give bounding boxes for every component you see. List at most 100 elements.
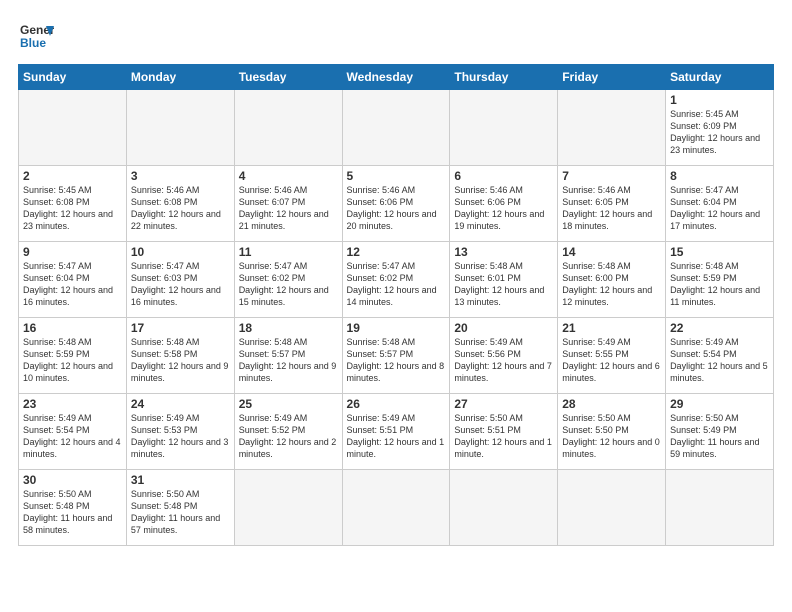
calendar-cell: 22Sunrise: 5:49 AM Sunset: 5:54 PM Dayli… [666, 318, 774, 394]
calendar-cell: 25Sunrise: 5:49 AM Sunset: 5:52 PM Dayli… [234, 394, 342, 470]
calendar-cell: 2Sunrise: 5:45 AM Sunset: 6:08 PM Daylig… [19, 166, 127, 242]
calendar-cell: 6Sunrise: 5:46 AM Sunset: 6:06 PM Daylig… [450, 166, 558, 242]
calendar-cell: 4Sunrise: 5:46 AM Sunset: 6:07 PM Daylig… [234, 166, 342, 242]
logo: General Blue [18, 18, 54, 54]
day-number: 15 [670, 245, 769, 259]
day-info: Sunrise: 5:49 AM Sunset: 5:55 PM Dayligh… [562, 336, 661, 385]
day-info: Sunrise: 5:47 AM Sunset: 6:04 PM Dayligh… [23, 260, 122, 309]
calendar-cell: 20Sunrise: 5:49 AM Sunset: 5:56 PM Dayli… [450, 318, 558, 394]
calendar-cell: 12Sunrise: 5:47 AM Sunset: 6:02 PM Dayli… [342, 242, 450, 318]
day-info: Sunrise: 5:50 AM Sunset: 5:48 PM Dayligh… [23, 488, 122, 537]
calendar-cell [558, 90, 666, 166]
calendar-cell [342, 470, 450, 546]
day-number: 25 [239, 397, 338, 411]
day-number: 2 [23, 169, 122, 183]
day-number: 4 [239, 169, 338, 183]
calendar-week-3: 16Sunrise: 5:48 AM Sunset: 5:59 PM Dayli… [19, 318, 774, 394]
day-info: Sunrise: 5:48 AM Sunset: 6:00 PM Dayligh… [562, 260, 661, 309]
day-info: Sunrise: 5:47 AM Sunset: 6:02 PM Dayligh… [347, 260, 446, 309]
calendar-cell: 17Sunrise: 5:48 AM Sunset: 5:58 PM Dayli… [126, 318, 234, 394]
calendar-week-5: 30Sunrise: 5:50 AM Sunset: 5:48 PM Dayli… [19, 470, 774, 546]
day-info: Sunrise: 5:48 AM Sunset: 5:59 PM Dayligh… [670, 260, 769, 309]
day-info: Sunrise: 5:50 AM Sunset: 5:51 PM Dayligh… [454, 412, 553, 461]
day-number: 3 [131, 169, 230, 183]
day-info: Sunrise: 5:49 AM Sunset: 5:56 PM Dayligh… [454, 336, 553, 385]
day-number: 14 [562, 245, 661, 259]
calendar-cell: 11Sunrise: 5:47 AM Sunset: 6:02 PM Dayli… [234, 242, 342, 318]
calendar-week-1: 2Sunrise: 5:45 AM Sunset: 6:08 PM Daylig… [19, 166, 774, 242]
calendar-cell: 14Sunrise: 5:48 AM Sunset: 6:00 PM Dayli… [558, 242, 666, 318]
day-number: 9 [23, 245, 122, 259]
day-number: 23 [23, 397, 122, 411]
day-info: Sunrise: 5:49 AM Sunset: 5:54 PM Dayligh… [23, 412, 122, 461]
calendar-cell: 9Sunrise: 5:47 AM Sunset: 6:04 PM Daylig… [19, 242, 127, 318]
day-info: Sunrise: 5:45 AM Sunset: 6:08 PM Dayligh… [23, 184, 122, 233]
day-number: 8 [670, 169, 769, 183]
weekday-tuesday: Tuesday [234, 65, 342, 90]
weekday-header-row: SundayMondayTuesdayWednesdayThursdayFrid… [19, 65, 774, 90]
calendar-cell [666, 470, 774, 546]
day-number: 10 [131, 245, 230, 259]
calendar: SundayMondayTuesdayWednesdayThursdayFrid… [18, 64, 774, 546]
day-info: Sunrise: 5:50 AM Sunset: 5:48 PM Dayligh… [131, 488, 230, 537]
day-number: 5 [347, 169, 446, 183]
calendar-cell [19, 90, 127, 166]
calendar-cell: 31Sunrise: 5:50 AM Sunset: 5:48 PM Dayli… [126, 470, 234, 546]
day-number: 16 [23, 321, 122, 335]
day-info: Sunrise: 5:49 AM Sunset: 5:53 PM Dayligh… [131, 412, 230, 461]
day-number: 20 [454, 321, 553, 335]
day-number: 18 [239, 321, 338, 335]
calendar-cell: 10Sunrise: 5:47 AM Sunset: 6:03 PM Dayli… [126, 242, 234, 318]
day-number: 24 [131, 397, 230, 411]
day-number: 6 [454, 169, 553, 183]
day-info: Sunrise: 5:48 AM Sunset: 5:57 PM Dayligh… [239, 336, 338, 385]
calendar-cell: 21Sunrise: 5:49 AM Sunset: 5:55 PM Dayli… [558, 318, 666, 394]
calendar-cell: 19Sunrise: 5:48 AM Sunset: 5:57 PM Dayli… [342, 318, 450, 394]
svg-text:Blue: Blue [20, 36, 46, 50]
day-info: Sunrise: 5:46 AM Sunset: 6:08 PM Dayligh… [131, 184, 230, 233]
day-number: 31 [131, 473, 230, 487]
calendar-cell [234, 470, 342, 546]
generalblue-logo-icon: General Blue [18, 18, 54, 54]
day-info: Sunrise: 5:46 AM Sunset: 6:05 PM Dayligh… [562, 184, 661, 233]
day-info: Sunrise: 5:46 AM Sunset: 6:07 PM Dayligh… [239, 184, 338, 233]
calendar-cell: 1Sunrise: 5:45 AM Sunset: 6:09 PM Daylig… [666, 90, 774, 166]
calendar-cell: 18Sunrise: 5:48 AM Sunset: 5:57 PM Dayli… [234, 318, 342, 394]
day-info: Sunrise: 5:49 AM Sunset: 5:52 PM Dayligh… [239, 412, 338, 461]
day-info: Sunrise: 5:47 AM Sunset: 6:03 PM Dayligh… [131, 260, 230, 309]
day-info: Sunrise: 5:46 AM Sunset: 6:06 PM Dayligh… [347, 184, 446, 233]
calendar-cell: 26Sunrise: 5:49 AM Sunset: 5:51 PM Dayli… [342, 394, 450, 470]
calendar-cell [126, 90, 234, 166]
calendar-cell: 23Sunrise: 5:49 AM Sunset: 5:54 PM Dayli… [19, 394, 127, 470]
calendar-week-0: 1Sunrise: 5:45 AM Sunset: 6:09 PM Daylig… [19, 90, 774, 166]
calendar-cell [234, 90, 342, 166]
day-info: Sunrise: 5:47 AM Sunset: 6:04 PM Dayligh… [670, 184, 769, 233]
calendar-cell: 16Sunrise: 5:48 AM Sunset: 5:59 PM Dayli… [19, 318, 127, 394]
weekday-saturday: Saturday [666, 65, 774, 90]
day-info: Sunrise: 5:48 AM Sunset: 5:59 PM Dayligh… [23, 336, 122, 385]
day-number: 1 [670, 93, 769, 107]
day-number: 29 [670, 397, 769, 411]
day-info: Sunrise: 5:49 AM Sunset: 5:54 PM Dayligh… [670, 336, 769, 385]
weekday-sunday: Sunday [19, 65, 127, 90]
calendar-cell: 3Sunrise: 5:46 AM Sunset: 6:08 PM Daylig… [126, 166, 234, 242]
day-info: Sunrise: 5:48 AM Sunset: 5:57 PM Dayligh… [347, 336, 446, 385]
day-number: 22 [670, 321, 769, 335]
day-info: Sunrise: 5:49 AM Sunset: 5:51 PM Dayligh… [347, 412, 446, 461]
day-number: 28 [562, 397, 661, 411]
weekday-monday: Monday [126, 65, 234, 90]
day-number: 30 [23, 473, 122, 487]
day-number: 26 [347, 397, 446, 411]
page: General Blue SundayMondayTuesdayWednesda… [0, 0, 792, 612]
calendar-cell [450, 90, 558, 166]
day-number: 11 [239, 245, 338, 259]
calendar-cell [342, 90, 450, 166]
calendar-cell [558, 470, 666, 546]
day-info: Sunrise: 5:47 AM Sunset: 6:02 PM Dayligh… [239, 260, 338, 309]
weekday-friday: Friday [558, 65, 666, 90]
day-info: Sunrise: 5:48 AM Sunset: 5:58 PM Dayligh… [131, 336, 230, 385]
day-number: 13 [454, 245, 553, 259]
weekday-thursday: Thursday [450, 65, 558, 90]
weekday-wednesday: Wednesday [342, 65, 450, 90]
day-number: 12 [347, 245, 446, 259]
